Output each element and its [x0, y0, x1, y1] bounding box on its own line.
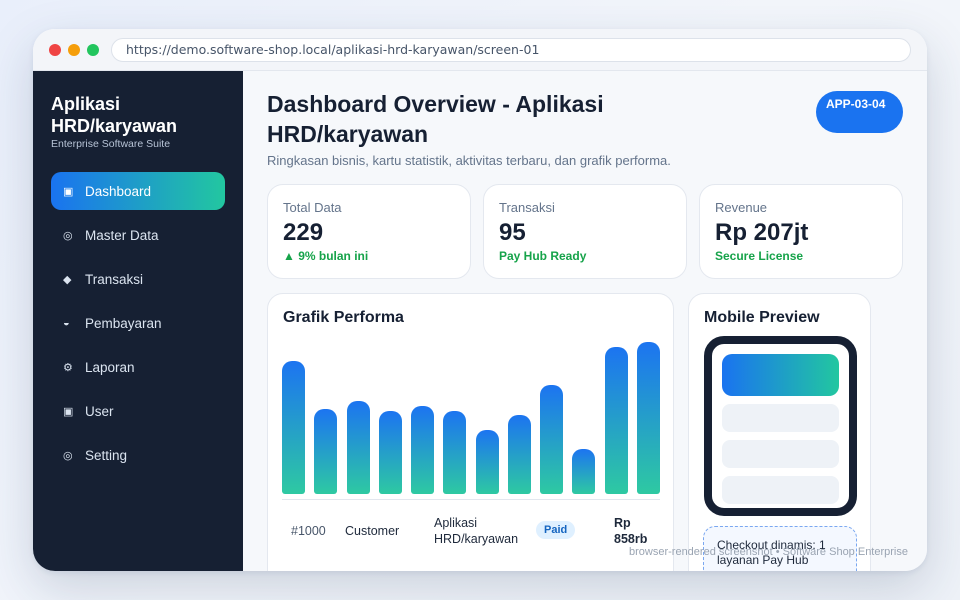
stat-trend: ▲ 9% bulan ini [283, 249, 369, 263]
order-id: #1000 [291, 524, 326, 538]
sidebar-item-dashboard[interactable]: ▣ Dashboard [51, 172, 225, 210]
sidebar-item-label: Pembayaran [85, 315, 162, 331]
chart-bar [346, 400, 370, 494]
stat-card-total-data: Total Data 229 ▲ 9% bulan ini [267, 184, 471, 279]
page-subtitle: Ringkasan bisnis, kartu statistik, aktiv… [267, 153, 671, 168]
chart-bar [507, 415, 531, 494]
product-name: Aplikasi HRD/karyawan [434, 516, 519, 546]
main-content: Dashboard Overview - Aplikasi HRD/karyaw… [243, 71, 927, 571]
sidebar: Aplikasi HRD/karyawan Enterprise Softwar… [33, 71, 243, 571]
chart-bar [378, 411, 402, 494]
sidebar-item-label: User [85, 403, 114, 419]
customer-name: Customer [345, 524, 400, 538]
pembayaran-icon: ◒ [63, 317, 70, 329]
performance-chart-card: Grafik Performa #1000 Customer Aplikasi … [267, 293, 674, 571]
status-badge: Paid [536, 521, 576, 539]
setting-icon: ◎ [63, 449, 73, 462]
master-data-icon: ◎ [63, 229, 73, 242]
stat-card-transaksi: Transaksi 95 Pay Hub Ready [483, 184, 687, 279]
app-subtitle: Enterprise Software Suite [51, 138, 171, 150]
footer-caption: browser-rendered screenshot • Software S… [629, 546, 908, 558]
dashboard-icon: ▣ [63, 185, 74, 198]
sidebar-item-setting[interactable]: ◎ Setting [51, 436, 225, 474]
chart-title: Grafik Performa [283, 309, 404, 326]
chart-bar [443, 411, 467, 494]
divider [282, 499, 660, 500]
sidebar-item-laporan[interactable]: ⚙ Laporan [51, 348, 225, 386]
mobile-preview-card: Mobile Preview Checkout dinamis: 1 layan… [688, 293, 871, 571]
sidebar-item-label: Dashboard [85, 183, 152, 199]
stat-status: Pay Hub Ready [499, 249, 587, 263]
laporan-icon: ⚙ [63, 361, 73, 374]
browser-window: https://demo.software-shop.local/aplikas… [33, 29, 927, 571]
chart-bar [572, 448, 596, 494]
app-id-badge: APP-03-04 [816, 91, 903, 133]
sidebar-item-master-data[interactable]: ◎ Master Data [51, 216, 225, 254]
stat-card-revenue: Revenue Rp 207jt Secure License [699, 184, 903, 279]
phone-mockup [704, 336, 857, 516]
order-amount: Rp 858rb [614, 516, 648, 546]
phone-list-item [722, 404, 839, 432]
chart-bar [411, 406, 435, 494]
maximize-window-dot[interactable] [87, 44, 99, 56]
mobile-preview-title: Mobile Preview [704, 309, 820, 326]
transaksi-icon: ◆ [63, 273, 72, 286]
stat-label: Revenue [715, 200, 768, 215]
chart-bar [540, 384, 564, 494]
phone-hero-banner [722, 354, 839, 396]
chart-bar [637, 342, 660, 494]
sidebar-item-transaksi[interactable]: ◆ Transaksi [51, 260, 225, 298]
phone-list-item [722, 440, 839, 468]
chart-bar [475, 430, 499, 494]
user-icon: ▣ [63, 405, 74, 418]
phone-list-item [722, 476, 839, 504]
stat-label: Total Data [283, 200, 342, 215]
stat-value: Rp 207jt [715, 219, 809, 246]
chart-bar [604, 347, 628, 494]
stat-status: Secure License [715, 249, 804, 263]
sidebar-item-label: Transaksi [85, 271, 144, 287]
sidebar-item-label: Laporan [85, 359, 135, 375]
app-title: Aplikasi HRD/karyawan [51, 94, 178, 136]
chart-bar [314, 408, 338, 494]
sidebar-item-pembayaran[interactable]: ◒ Pembayaran [51, 304, 225, 342]
minimize-window-dot[interactable] [68, 44, 80, 56]
chart-bar [282, 360, 305, 494]
stat-value: 229 [283, 219, 324, 246]
page-title: Dashboard Overview - Aplikasi HRD/karyaw… [267, 91, 604, 147]
bar-chart [282, 334, 660, 494]
browser-chrome: https://demo.software-shop.local/aplikas… [33, 29, 927, 71]
stat-value: 95 [499, 219, 526, 246]
sidebar-item-label: Master Data [85, 227, 159, 243]
address-bar[interactable]: https://demo.software-shop.local/aplikas… [111, 38, 911, 62]
sidebar-item-label: Setting [85, 447, 128, 463]
close-window-dot[interactable] [49, 44, 61, 56]
stat-label: Transaksi [499, 200, 555, 215]
sidebar-item-user[interactable]: ▣ User [51, 392, 225, 430]
